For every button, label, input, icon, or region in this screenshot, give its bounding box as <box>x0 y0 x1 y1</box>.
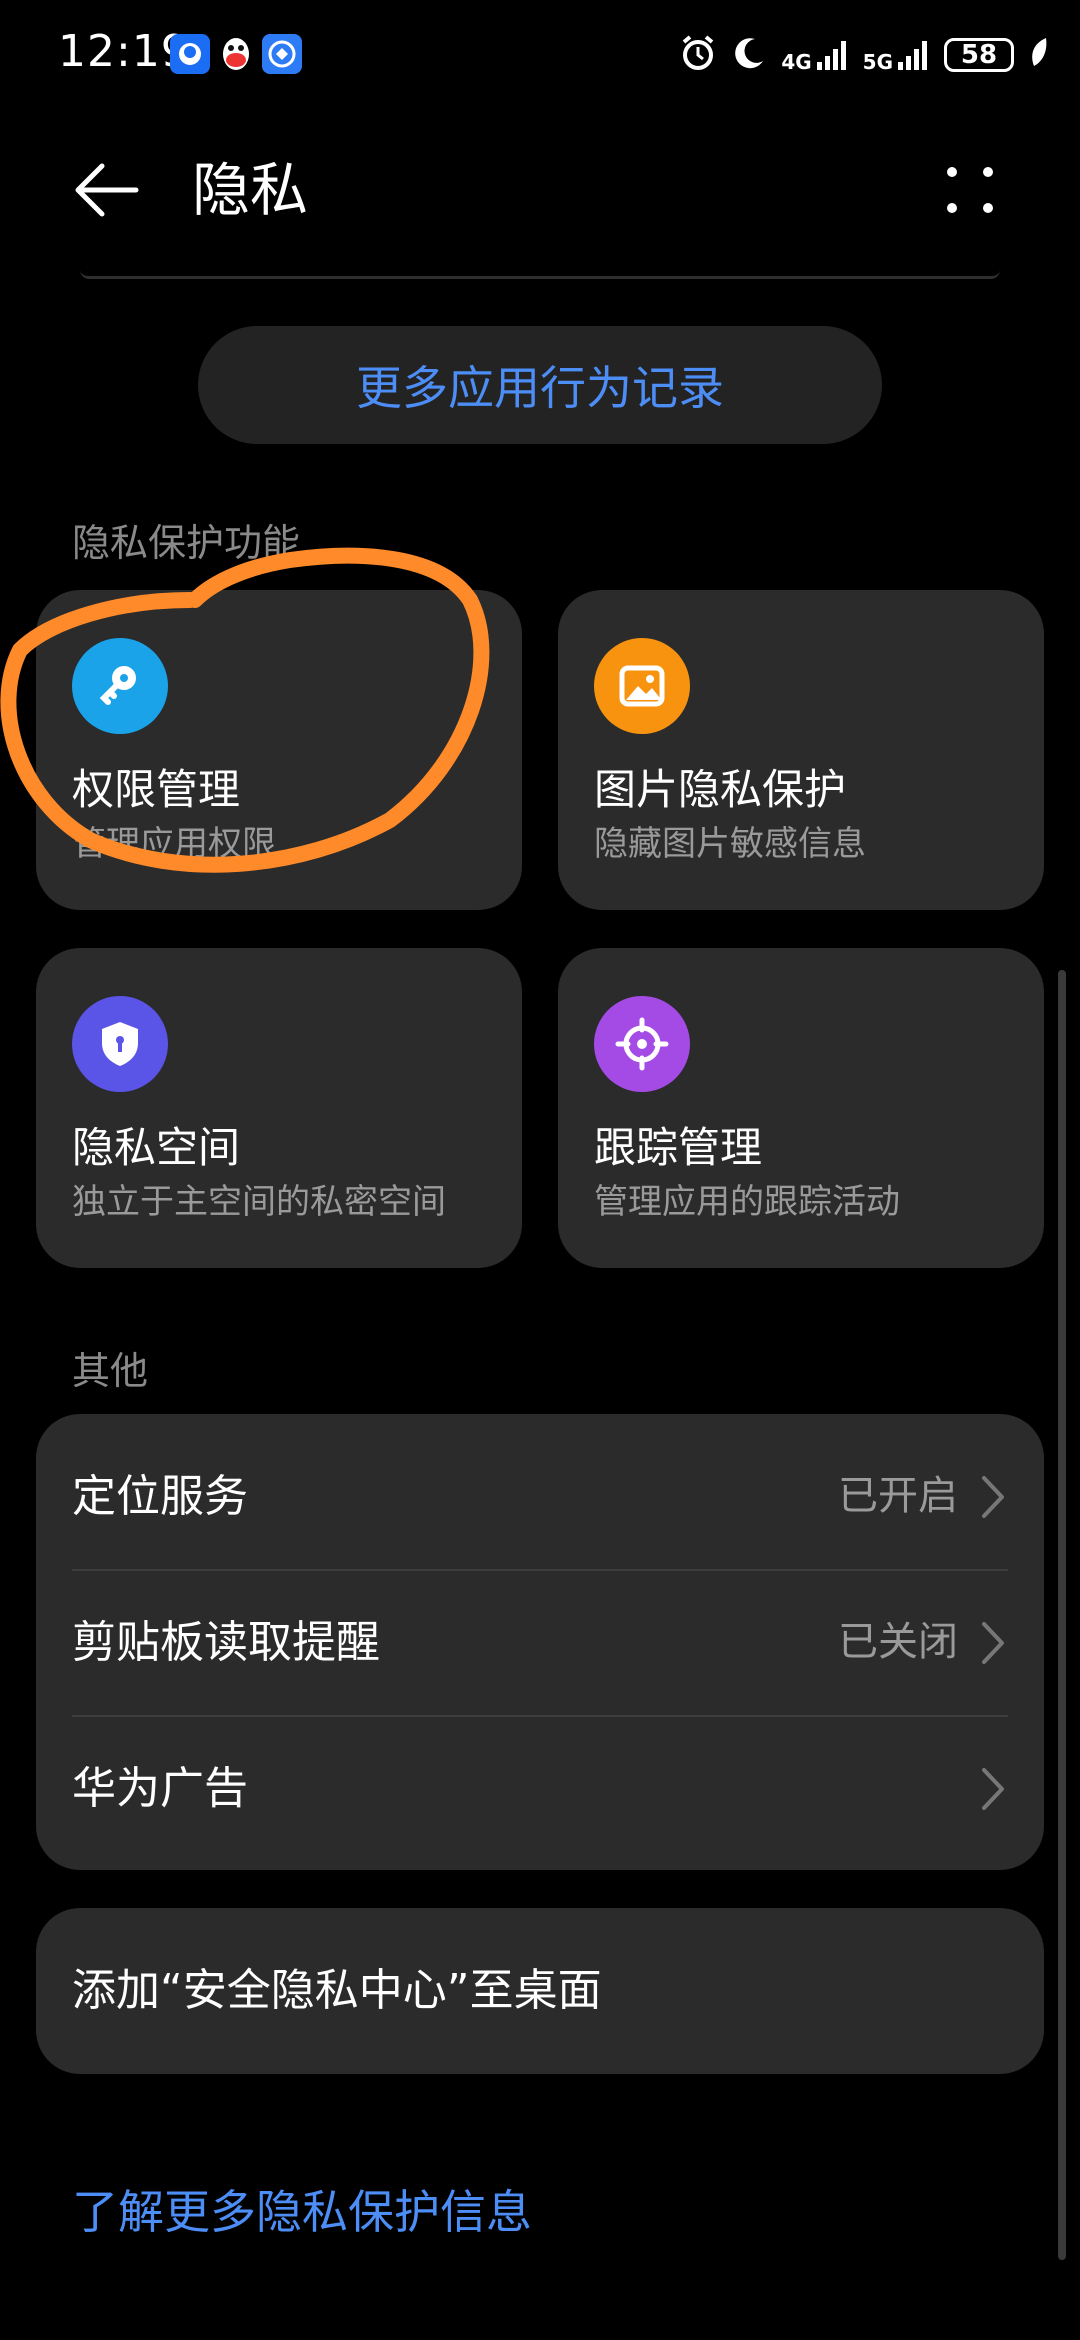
back-button[interactable] <box>70 150 150 230</box>
shield-icon <box>72 996 168 1092</box>
leaf-icon <box>1028 36 1050 74</box>
signal-5g-icon: 5G <box>863 38 930 72</box>
section-label-other: 其他 <box>72 1349 149 1393</box>
card-subtitle: 隐藏图片敏感信息 <box>594 824 866 864</box>
card-tracking-management[interactable]: 跟踪管理 管理应用的跟踪活动 <box>558 948 1044 1268</box>
chevron-right-icon <box>982 1768 1004 1810</box>
row-label: 剪贴板读取提醒 <box>72 1617 380 1668</box>
notification-app-icon <box>262 34 302 74</box>
notification-app-icon <box>170 34 210 74</box>
card-permission-management[interactable]: 权限管理 管理应用权限 <box>36 590 522 910</box>
card-title: 权限管理 <box>72 765 241 814</box>
more-options-button[interactable] <box>940 150 1000 230</box>
arrow-left-icon <box>75 163 139 217</box>
row-value: 已开启 <box>838 1473 958 1519</box>
row-label: 华为广告 <box>72 1763 248 1814</box>
alarm-icon <box>679 34 717 76</box>
learn-more-privacy-link[interactable]: 了解更多隐私保护信息 <box>72 2176 532 2242</box>
more-app-behavior-records-button[interactable]: 更多应用行为记录 <box>198 326 882 444</box>
page-title: 隐私 <box>192 156 309 224</box>
section-label-privacy: 隐私保护功能 <box>72 521 301 565</box>
row-huawei-ads[interactable]: 华为广告 <box>36 1716 1044 1861</box>
chevron-right-icon <box>982 1476 1004 1518</box>
scrollbar[interactable] <box>1058 970 1066 2260</box>
add-to-desktop-label: 添加“安全隐私中心”至桌面 <box>72 1965 602 2016</box>
card-title: 图片隐私保护 <box>594 765 847 814</box>
add-to-desktop-button[interactable]: 添加“安全隐私中心”至桌面 <box>36 1908 1044 2074</box>
row-value: 已关闭 <box>838 1619 958 1665</box>
row-label: 定位服务 <box>72 1471 248 1522</box>
card-subtitle: 独立于主空间的私密空间 <box>72 1182 446 1222</box>
key-icon <box>72 638 168 734</box>
other-settings-list: 定位服务 已开启 剪贴板读取提醒 已关闭 华为广告 <box>36 1414 1044 1870</box>
battery-indicator: 58 <box>944 38 1014 72</box>
qq-icon <box>216 34 256 74</box>
target-icon <box>594 996 690 1092</box>
image-icon <box>594 638 690 734</box>
card-photo-privacy-protection[interactable]: 图片隐私保护 隐藏图片敏感信息 <box>558 590 1044 910</box>
status-bar: 12:19 4G 5G 58 <box>0 0 1080 110</box>
row-location-service[interactable]: 定位服务 已开启 <box>36 1424 1044 1569</box>
card-subtitle: 管理应用权限 <box>72 824 276 864</box>
card-subtitle: 管理应用的跟踪活动 <box>594 1182 900 1222</box>
signal-4g-icon: 4G <box>781 38 848 72</box>
previous-card-edge <box>80 270 1000 279</box>
more-dots-icon <box>947 167 993 213</box>
card-title: 隐私空间 <box>72 1123 241 1172</box>
card-private-space[interactable]: 隐私空间 独立于主空间的私密空间 <box>36 948 522 1268</box>
status-icons: 4G 5G 58 <box>679 30 1050 80</box>
chevron-right-icon <box>982 1622 1004 1664</box>
card-title: 跟踪管理 <box>594 1123 763 1172</box>
row-clipboard-read-reminder[interactable]: 剪贴板读取提醒 已关闭 <box>36 1570 1044 1715</box>
moon-icon <box>731 35 767 75</box>
